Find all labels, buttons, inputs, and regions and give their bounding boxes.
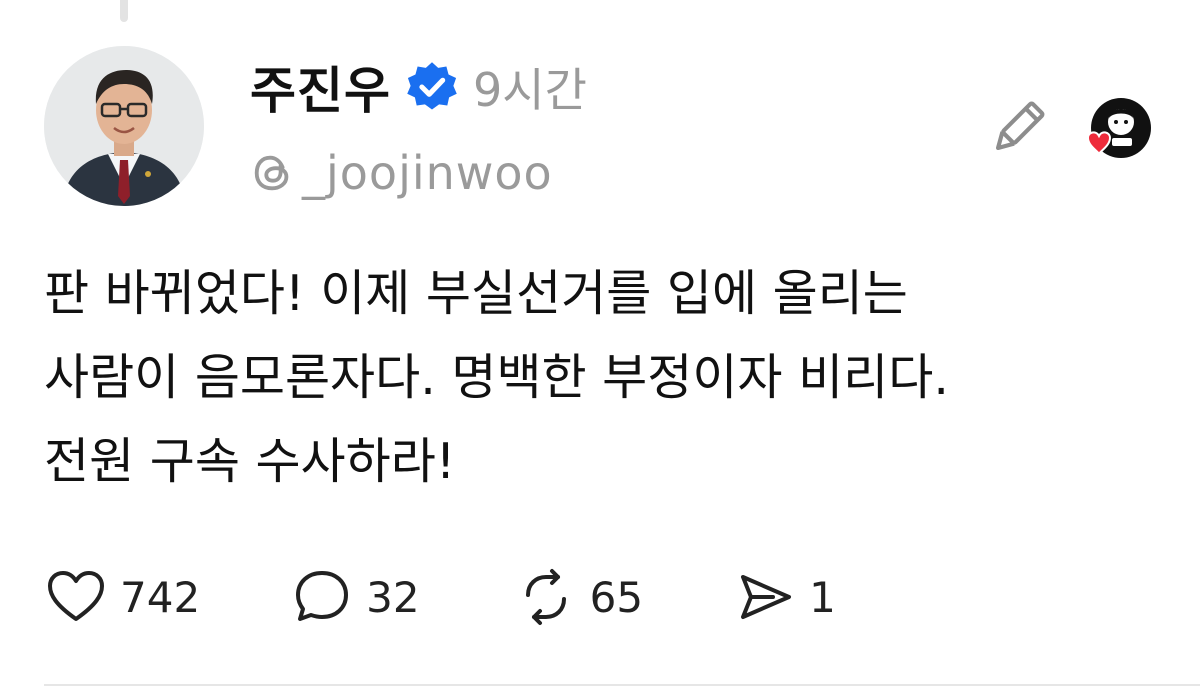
post-timestamp: 9시간 [473,63,587,117]
verified-badge-icon [407,62,457,110]
repost-icon [525,569,566,625]
author-row: 주진우 9시간 [250,48,587,126]
heart-icon [48,571,104,621]
send-icon [741,575,792,619]
author-name[interactable]: 주진우 [250,51,391,123]
repost-button[interactable]: 65 [514,564,643,630]
post-body-line-1: 판 바뀌었다! 이제 부실선거를 입에 올리는 [44,265,908,322]
reactor-avatar[interactable] [1066,92,1166,172]
repost-count: 65 [589,572,644,622]
reply-button[interactable]: 32 [290,564,420,630]
share-count: 1 [809,572,836,622]
pencil-icon[interactable] [984,96,1050,162]
comment-bubble-icon [296,571,349,621]
author-avatar[interactable] [44,46,204,206]
like-button[interactable]: 742 [44,564,200,630]
thread-connector-line [120,0,128,22]
author-handle[interactable]: _joojinwoo [302,146,553,200]
post-actions: 742 32 65 1 [44,564,836,630]
share-button[interactable]: 1 [733,564,836,630]
post-body: 판 바뀌었다! 이제 부실선거를 입에 올리는 사람이 음모론자다. 명백한 부… [44,252,1164,504]
handle-row: _joojinwoo [250,138,553,208]
post-body-line-3: 전원 구속 수사하라! [44,433,456,490]
threads-logo-icon [254,155,289,191]
reply-count: 32 [366,572,420,622]
divider [44,684,1200,686]
post-body-line-2: 사람이 음모론자다. 명백한 부정이자 비리다. [44,349,949,406]
threads-post: 주진우 9시간 _joojinwoo 판 바뀌었다! 이제 부실선거를 입에 올… [0,0,1200,688]
like-count: 742 [120,572,201,622]
